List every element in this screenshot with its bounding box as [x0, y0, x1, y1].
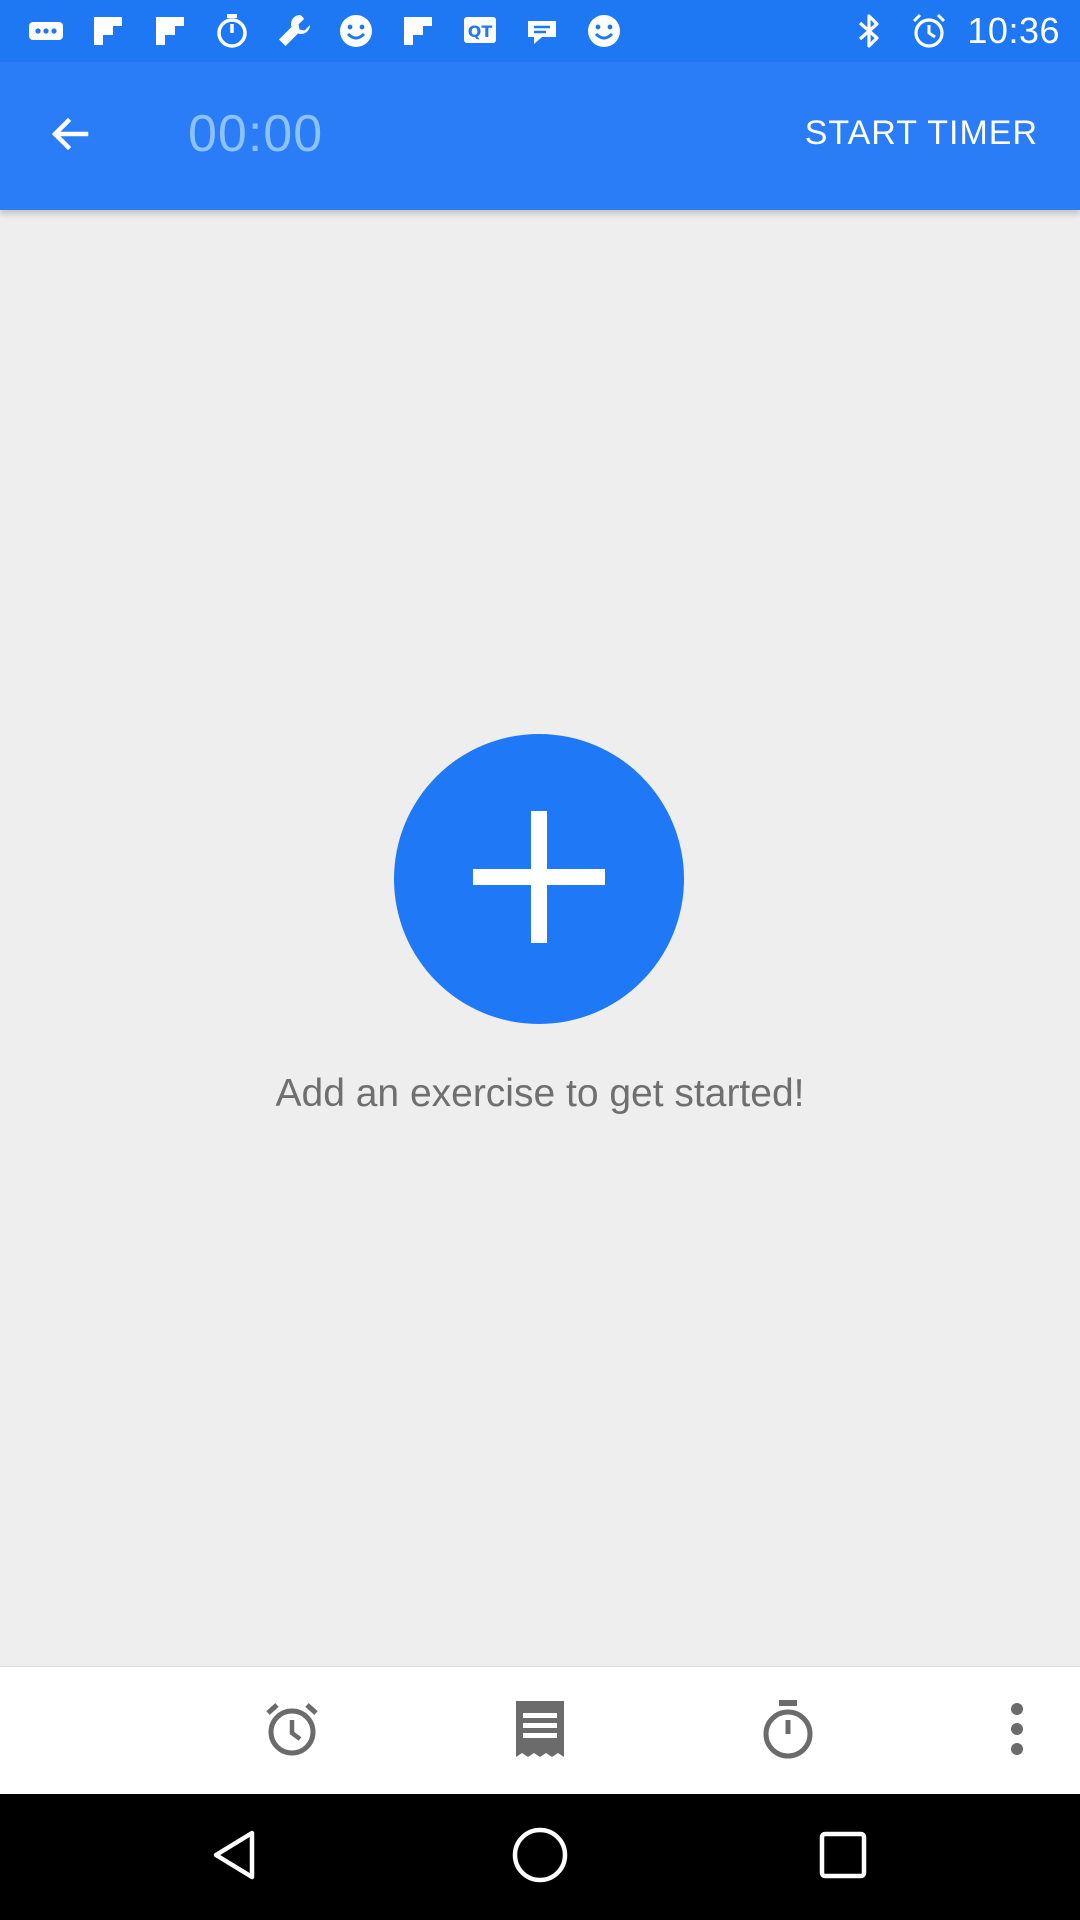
empty-state-message: Add an exercise to get started!: [275, 1072, 805, 1115]
svg-text:QT: QT: [468, 22, 493, 41]
alarm-icon: [907, 9, 951, 53]
smiley-icon: [334, 9, 378, 53]
alarm-clock-icon: [262, 1699, 322, 1764]
recents-square-icon: [817, 1829, 869, 1886]
timer-icon: [210, 9, 254, 53]
flipboard-icon: [86, 9, 130, 53]
back-button[interactable]: [40, 106, 100, 166]
status-time: 10:36: [967, 10, 1060, 51]
smiley-icon: [582, 9, 626, 53]
flipboard-icon: [396, 9, 440, 53]
add-icon: [469, 807, 609, 952]
add-exercise-button[interactable]: [394, 734, 684, 1024]
back-triangle-icon: [208, 1827, 264, 1888]
system-navigation-bar: [0, 1794, 1080, 1920]
bottom-toolbar: [0, 1666, 1080, 1795]
system-status: 10:36: [847, 9, 1080, 53]
qr-icon: QT: [458, 9, 502, 53]
home-circle-icon: [509, 1824, 571, 1891]
nav-back-button[interactable]: [203, 1824, 269, 1890]
more-vert-icon: [1007, 1699, 1027, 1764]
stopwatch-button[interactable]: [754, 1697, 822, 1765]
elapsed-timer: 00:00: [188, 105, 324, 163]
more-options-button[interactable]: [983, 1697, 1051, 1765]
nav-recents-button[interactable]: [810, 1824, 876, 1890]
app-bar: 00:00 START TIMER: [0, 62, 1080, 210]
notes-icon: [512, 1699, 568, 1764]
flipboard-icon: [148, 9, 192, 53]
nav-home-button[interactable]: [507, 1824, 573, 1890]
start-timer-button[interactable]: START TIMER: [805, 114, 1038, 153]
notification-icons: QT: [0, 9, 626, 53]
wrench-icon: [272, 9, 316, 53]
bluetooth-icon: [847, 9, 891, 53]
notes-button[interactable]: [506, 1697, 574, 1765]
stopwatch-icon: [758, 1698, 818, 1765]
chat-app-icon: [520, 9, 564, 53]
alarm-clock-button[interactable]: [258, 1697, 326, 1765]
arrow-back-icon: [46, 110, 94, 163]
status-bar: QT 10:36: [0, 0, 1080, 62]
app-screen: QT 10:36 00:00 START TIMER Add an exerci…: [0, 0, 1080, 1920]
more-horiz-icon: [24, 9, 68, 53]
